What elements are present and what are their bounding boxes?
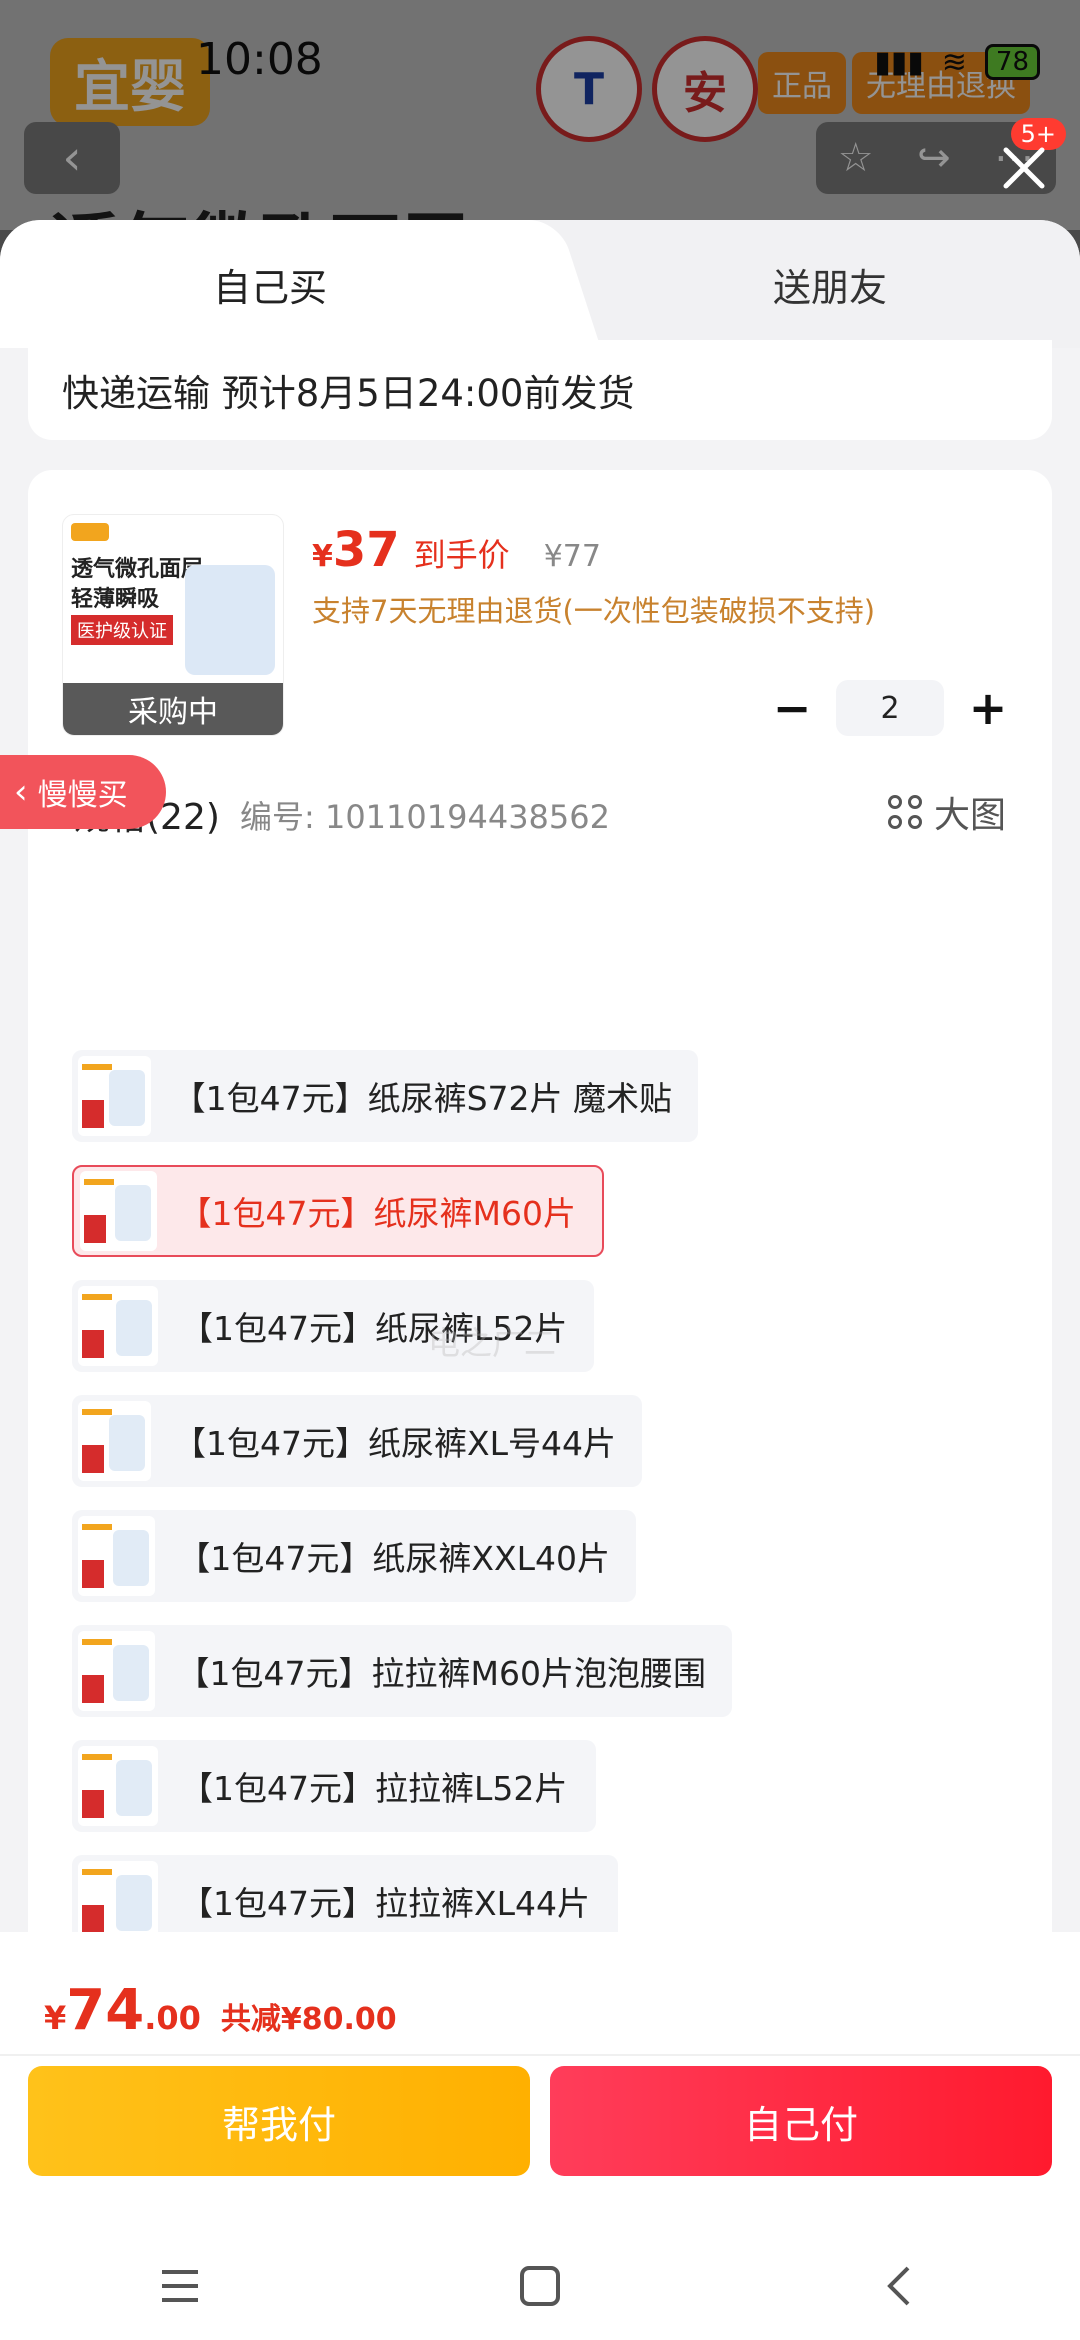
spec-option-thumbnail (78, 1861, 158, 1941)
chevron-left-icon: ‹ (14, 772, 28, 812)
spec-option-label: 【1包47元】拉拉裤M60片泡泡腰围 (176, 1654, 706, 1693)
shipping-info: 快递运输 预计8月5日24:00前发货 (28, 340, 1052, 440)
price-symbol: ¥ (312, 539, 333, 574)
spec-option[interactable]: 【1包47元】纸尿裤XXL40片 (72, 1510, 636, 1602)
spec-option-thumbnail (78, 1286, 158, 1366)
menu-icon[interactable] (150, 2256, 210, 2316)
help-me-pay-button[interactable]: 帮我付 (28, 2066, 530, 2176)
total-decimal: .00 (144, 1999, 201, 2037)
total-integer: 74 (66, 1978, 145, 2043)
big-picture-toggle[interactable]: 大图 (887, 786, 1006, 838)
quantity-stepper: − 2 + (762, 678, 1018, 738)
home-icon[interactable] (510, 2256, 570, 2316)
spec-option[interactable]: 【1包47元】拉拉裤L52片 (72, 1740, 596, 1832)
footer-divider (0, 2054, 1080, 2056)
purchasing-status: 采购中 (63, 683, 283, 735)
spec-option-thumbnail (78, 1746, 158, 1826)
increase-button[interactable]: + (958, 678, 1018, 738)
shipping-text: 快递运输 预计8月5日24:00前发货 (62, 372, 635, 415)
purchase-tabs: 送朋友 自己买 (0, 220, 1080, 348)
system-navbar (0, 2232, 1080, 2340)
thumb-badge: 医护级认证 (71, 615, 173, 645)
spec-option-label: 【1包47元】纸尿裤XXL40片 (177, 1539, 610, 1578)
spec-option-label: 【1包47元】拉拉裤L52片 (180, 1769, 568, 1808)
slow-buy-label: 慢慢买 (37, 778, 128, 813)
spec-option-thumbnail (78, 1401, 152, 1481)
total-price: ¥ 74 .00 共减¥80.00 (44, 1978, 397, 2043)
diaper-pack-image (185, 565, 275, 675)
price-row: ¥ 37 到手价 ¥77 (312, 522, 601, 578)
spec-option-thumbnail (78, 1056, 151, 1136)
spec-option-label: 【1包47元】拉拉裤XL44片 (180, 1884, 590, 1923)
original-price: ¥77 (543, 539, 601, 574)
grid-view-icon (887, 795, 922, 829)
spec-option[interactable]: 【1包47元】纸尿裤M60片 (72, 1165, 604, 1257)
tab-buy-self-label: 自己买 (212, 265, 327, 310)
spec-option[interactable]: 【1包47元】纸尿裤XL号44片 (72, 1395, 642, 1487)
checkout-footer: ¥ 74 .00 共减¥80.00 帮我付 自己付 (0, 1932, 1080, 2340)
discount-total: 共减¥80.00 (220, 2002, 397, 2037)
tab-gift-friend[interactable]: 送朋友 (540, 220, 1080, 348)
total-symbol: ¥ (44, 1999, 67, 2037)
spec-option[interactable]: 【1包47元】纸尿裤S72片 魔术贴 (72, 1050, 698, 1142)
close-icon[interactable] (996, 140, 1052, 196)
spec-option-label: 【1包47元】纸尿裤M60片 (178, 1194, 576, 1233)
final-price: 37 (332, 522, 400, 578)
spec-option[interactable]: 【1包47元】拉拉裤M60片泡泡腰围 (72, 1625, 732, 1717)
spec-option-thumbnail (80, 1171, 157, 1251)
quantity-value[interactable]: 2 (836, 680, 944, 736)
spec-option-thumbnail (78, 1516, 156, 1596)
back-nav-icon[interactable] (870, 2256, 930, 2316)
spec-option-label: 【1包47元】纸尿裤S72片 魔术贴 (172, 1079, 672, 1118)
slow-buy-tab[interactable]: ‹ 慢慢买 (0, 755, 166, 829)
thumb-logo (71, 523, 109, 541)
big-picture-label: 大图 (933, 795, 1006, 836)
final-price-label: 到手价 (413, 536, 510, 574)
spec-option-thumbnail (78, 1631, 155, 1711)
return-policy: 支持7天无理由退货(一次性包装破损不支持) (312, 594, 876, 628)
tab-buy-self[interactable]: 自己买 (0, 220, 540, 348)
watermark: 电之广二 (428, 1324, 557, 1362)
product-thumbnail[interactable]: 透气微孔面层 轻薄瞬吸 医护级认证 采购中 (62, 514, 284, 736)
spec-option-label: 【1包47元】纸尿裤XL号44片 (173, 1424, 616, 1463)
pay-myself-button[interactable]: 自己付 (550, 2066, 1052, 2176)
thumb-text: 透气微孔面层 轻薄瞬吸 (71, 557, 204, 612)
decrease-button[interactable]: − (762, 678, 822, 738)
spec-number: 编号: 10110194438562 (240, 798, 610, 836)
tab-gift-friend-label: 送朋友 (772, 265, 887, 310)
